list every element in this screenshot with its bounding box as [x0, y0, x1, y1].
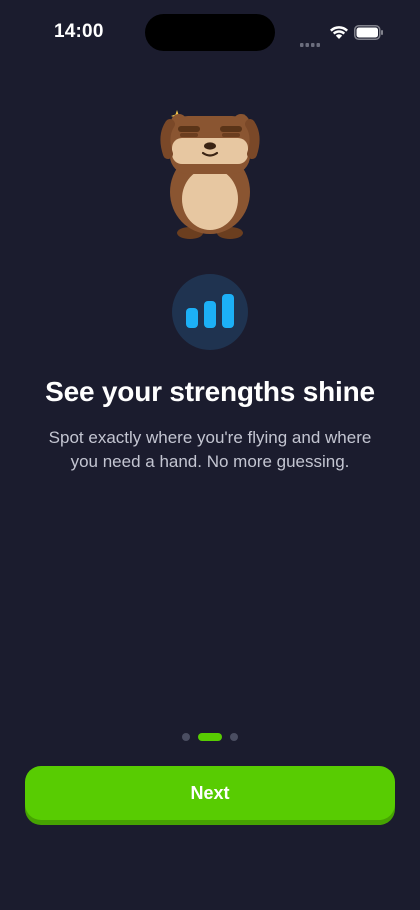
bar-chart-icon: [186, 294, 234, 328]
status-bar: 14:00: [0, 0, 420, 64]
page-indicator: [0, 732, 420, 742]
battery-icon: [354, 25, 384, 45]
onboarding-description: Spot exactly where you're flying and whe…: [48, 428, 372, 471]
page-dot-1: [182, 733, 190, 741]
next-button-label: Next: [190, 782, 230, 803]
page-dot-3: [230, 733, 238, 741]
cellular-signal-icon: [300, 35, 322, 53]
wifi-icon: [329, 24, 349, 45]
dynamic-island: [145, 14, 275, 51]
next-button[interactable]: Next: [25, 766, 395, 820]
bear-mascot-illustration: [160, 106, 260, 242]
progress-badge: [172, 274, 248, 350]
onboarding-title: See your strengths shine: [45, 376, 375, 407]
status-time: 14:00: [54, 21, 104, 42]
page-dot-2-active: [198, 733, 222, 741]
